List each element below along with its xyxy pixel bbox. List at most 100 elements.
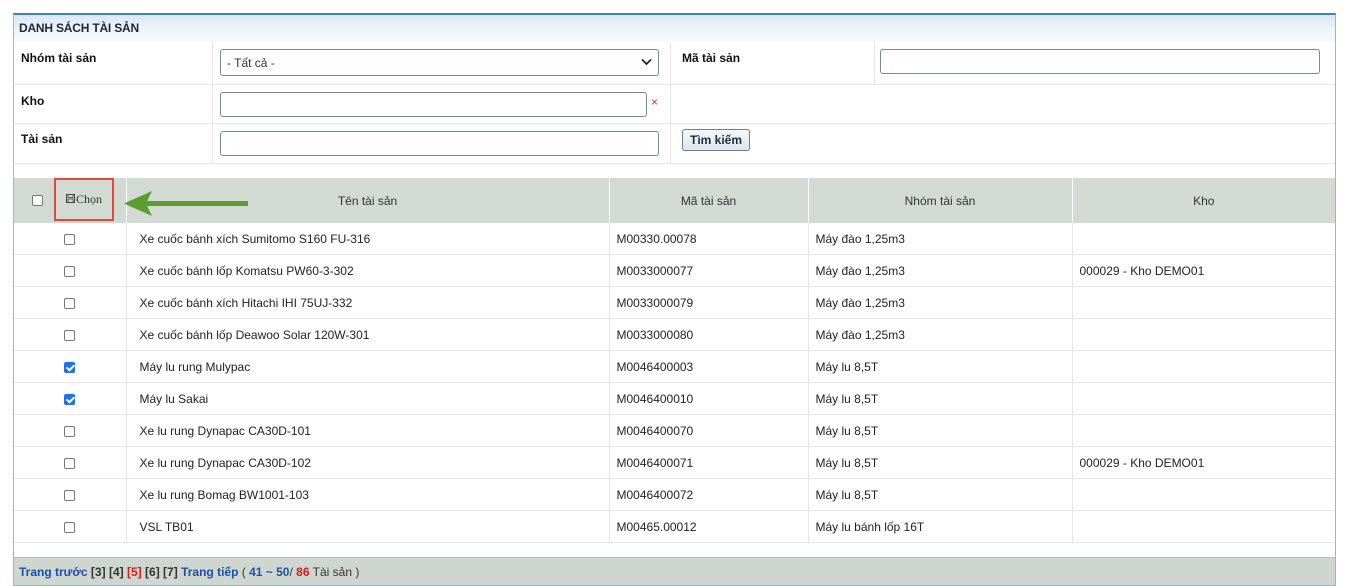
row-checkbox[interactable] xyxy=(64,361,76,373)
cell-name: Xe cuốc bánh xích Hitachi IHI 75UJ-332 xyxy=(125,286,609,319)
page-number: 7 xyxy=(167,565,174,579)
asset-name-input[interactable] xyxy=(220,131,659,156)
table-row[interactable]: Xe cuốc bánh xích Sumitomo S160 FU-316 M0… xyxy=(14,223,1335,255)
row-checkbox[interactable] xyxy=(64,457,76,469)
select-column-header: Chọn xyxy=(14,178,248,223)
table-row[interactable]: Xe cuốc bánh lốp Komatsu PW60-3-302 M0033… xyxy=(14,254,1335,287)
cell-warehouse: 000029 - Kho DEMO01 xyxy=(1071,446,1335,479)
row-checkbox[interactable] xyxy=(64,489,76,501)
table-row[interactable]: Máy lu rung Mulypac M0046400003 Máy lu 8,5… xyxy=(14,350,1335,383)
save-icon xyxy=(65,192,75,207)
row-select-cell xyxy=(14,318,126,351)
asset-list-panel: DANH SÁCH TÀI SẢN Nhóm tài sản - Tất cả … xyxy=(13,13,1336,586)
cell-group: Máy đào 1,25m3 xyxy=(807,318,1072,351)
group-label: Nhóm tài sản xyxy=(21,51,97,65)
cell-name: Xe lu rung Dynapac CA30D-102 xyxy=(125,446,609,479)
cell-name: VSL TB01 xyxy=(125,510,609,543)
asset-table: Chọn Tên tài sản Mã tài sản Nhóm tài sản… xyxy=(14,178,1335,543)
filter-form: Nhóm tài sản - Tất cả - Mã tài sản Kho ×… xyxy=(14,42,1335,177)
cell-code: M00465.00012 xyxy=(608,510,808,543)
cell-group: Máy đào 1,25m3 xyxy=(807,254,1072,287)
table-row[interactable]: Xe cuốc bánh lốp Deawoo Solar 120W-301 M0… xyxy=(14,318,1335,351)
cell-name: Xe cuốc bánh lốp Deawoo Solar 120W-301 xyxy=(125,318,609,351)
page-links: [3] [4] [5] [6] [7] xyxy=(91,565,181,579)
row-checkbox[interactable] xyxy=(64,233,76,245)
cell-warehouse xyxy=(1071,414,1335,447)
row-checkbox[interactable] xyxy=(64,329,76,341)
filter-row-group: Nhóm tài sản - Tất cả - Mã tài sản xyxy=(14,42,1335,85)
search-button[interactable]: Tìm kiếm xyxy=(682,129,751,151)
next-page-link[interactable]: Trang tiếp xyxy=(181,565,238,579)
row-select-cell xyxy=(14,478,126,511)
page-number: 4 xyxy=(112,565,120,579)
row-checkbox[interactable] xyxy=(64,425,76,437)
total-count: 86 xyxy=(296,565,310,579)
row-checkbox[interactable] xyxy=(64,521,76,533)
row-select-cell xyxy=(14,350,126,383)
col-header-warehouse[interactable]: Kho xyxy=(1071,178,1335,223)
prev-page-link[interactable]: Trang trước xyxy=(19,565,88,579)
cell-warehouse xyxy=(1071,350,1335,383)
cell-name: Xe lu rung Bomag BW1001-103 xyxy=(125,478,609,511)
asset-code-input[interactable] xyxy=(880,49,1320,74)
total-unit: Tài sản xyxy=(312,565,352,579)
range-value: 41 ~ 50 xyxy=(249,565,290,579)
table-row[interactable]: Xe cuốc bánh xích Hitachi IHI 75UJ-332 M0… xyxy=(14,286,1335,319)
cell-code: M0046400070 xyxy=(608,414,808,447)
table-row[interactable]: Xe lu rung Dynapac CA30D-102 M0046400071 M… xyxy=(14,446,1335,479)
asset-group-select[interactable]: - Tất cả - xyxy=(220,49,659,76)
select-button-label: Chọn xyxy=(75,192,102,206)
page-link-7[interactable]: [7] xyxy=(160,565,178,579)
cell-warehouse xyxy=(1071,382,1335,415)
row-select-cell xyxy=(14,223,126,255)
page-link-3[interactable]: [3] xyxy=(91,565,106,579)
select-all-checkbox[interactable] xyxy=(32,195,43,206)
code-label: Mã tài sản xyxy=(682,51,741,65)
table-header-row: Chọn Tên tài sản Mã tài sản Nhóm tài sản… xyxy=(14,178,1335,223)
table-row[interactable]: Xe lu rung Bomag BW1001-103 M0046400072 Má… xyxy=(14,478,1335,511)
cell-name: Xe cuốc bánh lốp Komatsu PW60-3-302 xyxy=(125,254,609,287)
cell-code: M0046400010 xyxy=(608,382,808,415)
cell-code: M0033000080 xyxy=(608,318,808,351)
table-row[interactable]: VSL TB01 M00465.00012 Máy lu bánh lốp 16T xyxy=(14,510,1335,543)
cell-warehouse xyxy=(1071,510,1335,543)
asset-group-selected: - Tất cả - xyxy=(227,55,275,70)
chevron-down-icon xyxy=(641,57,652,69)
row-select-cell xyxy=(14,414,126,447)
col-header-group[interactable]: Nhóm tài sản xyxy=(807,178,1072,223)
cell-warehouse xyxy=(1071,286,1335,319)
warehouse-label: Kho xyxy=(21,94,45,108)
row-checkbox[interactable] xyxy=(64,393,76,405)
cell-code: M0046400071 xyxy=(608,446,808,479)
cell-group: Máy đào 1,25m3 xyxy=(807,223,1072,255)
cell-group: Máy đào 1,25m3 xyxy=(807,286,1072,319)
cell-warehouse xyxy=(1071,223,1335,255)
page-link-6[interactable]: [6] xyxy=(142,565,160,579)
cell-code: M0033000077 xyxy=(608,254,808,287)
row-select-cell xyxy=(14,286,126,319)
page-link-4[interactable]: [4] xyxy=(106,565,124,579)
row-select-cell xyxy=(14,446,126,479)
cell-warehouse: 000029 - Kho DEMO01 xyxy=(1071,254,1335,287)
arrow-left-icon xyxy=(124,191,248,216)
row-select-cell xyxy=(14,254,126,287)
cell-group: Máy lu 8,5T xyxy=(807,446,1072,479)
select-button[interactable]: Chọn xyxy=(54,178,114,221)
cell-code: M0046400072 xyxy=(608,478,808,511)
filter-row-warehouse: Kho × xyxy=(14,84,1335,124)
page-number: 6 xyxy=(149,565,156,579)
row-checkbox[interactable] xyxy=(64,297,76,309)
cell-code: M0046400003 xyxy=(608,350,808,383)
page-number: 5 xyxy=(130,565,138,579)
cell-group: Máy lu 8,5T xyxy=(807,382,1072,415)
warehouse-input[interactable] xyxy=(220,92,647,117)
cell-code: M00330.00078 xyxy=(608,223,808,255)
page-link-5[interactable]: [5] xyxy=(124,565,142,579)
clear-icon[interactable]: × xyxy=(651,95,658,109)
row-checkbox[interactable] xyxy=(64,265,76,277)
col-header-code[interactable]: Mã tài sản xyxy=(608,178,808,223)
cell-warehouse xyxy=(1071,318,1335,351)
table-row[interactable]: Xe lu rung Dynapac CA30D-101 M0046400070 M… xyxy=(14,414,1335,447)
cell-group: Máy lu 8,5T xyxy=(807,414,1072,447)
table-row[interactable]: Máy lu Sakai M0046400010 Máy lu 8,5T xyxy=(14,382,1335,415)
